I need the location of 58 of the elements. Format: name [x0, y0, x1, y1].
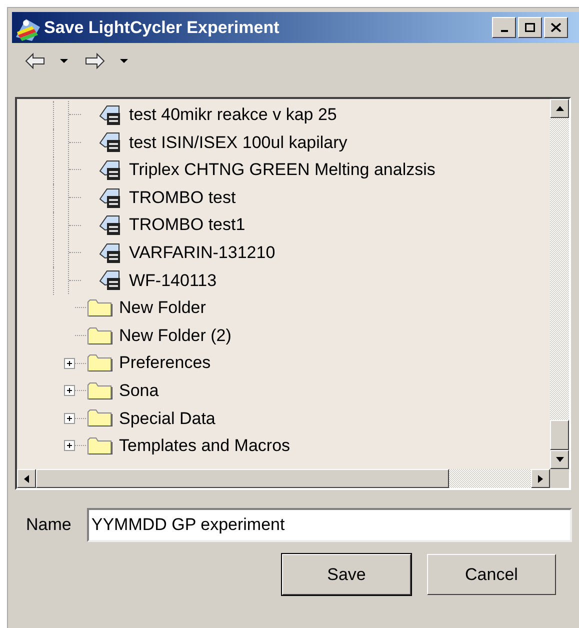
right-arrow-icon [538, 474, 543, 482]
maximize-icon [525, 23, 535, 32]
folder-icon [87, 298, 113, 318]
tree-item-label[interactable]: Special Data [119, 406, 216, 432]
scrollbar-corner [550, 469, 569, 488]
tree-item-label[interactable]: test ISIN/ISEX 100ul kapilary [129, 130, 348, 156]
tree-item-label[interactable]: VARFARIN-131210 [129, 240, 276, 266]
maximize-button[interactable] [518, 17, 542, 38]
tree-item-label[interactable]: TROMBO test1 [129, 212, 246, 238]
folder-icon [87, 353, 113, 374]
tree-item-label[interactable]: Templates and Macros [119, 433, 290, 459]
name-label: Name [26, 514, 72, 536]
scroll-left-button[interactable] [17, 469, 36, 488]
name-input-field[interactable]: YYMMDD GP experiment [87, 508, 572, 542]
scroll-thumb[interactable] [36, 469, 449, 488]
folder-icon [87, 408, 113, 428]
scroll-up-button[interactable] [550, 99, 569, 118]
horizontal-scrollbar[interactable] [17, 469, 550, 488]
experiment-file-icon [97, 186, 123, 209]
scroll-right-button[interactable] [531, 469, 550, 488]
back-arrow-icon[interactable] [24, 52, 46, 70]
experiment-file-icon [97, 242, 123, 264]
up-arrow-icon [556, 106, 564, 111]
forward-arrow-icon[interactable] [84, 52, 106, 70]
experiment-file-icon [97, 214, 123, 236]
close-icon [551, 23, 561, 32]
expand-icon[interactable] [64, 358, 75, 369]
scroll-down-button[interactable] [550, 450, 569, 469]
dialog-button[interactable]: Cancel [427, 554, 556, 595]
experiment-file-icon [97, 131, 123, 154]
minimize-icon [500, 30, 508, 32]
folder-icon [87, 436, 113, 456]
folder-icon [87, 380, 113, 401]
dropdown-caret-icon[interactable] [60, 58, 68, 64]
left-arrow-icon [24, 474, 29, 482]
expand-icon[interactable] [64, 412, 75, 424]
tree-item-label[interactable]: TROMBO test [129, 184, 236, 210]
tree-item-label[interactable]: Sona [119, 378, 159, 404]
experiment-file-icon [97, 158, 123, 181]
tree-item-label[interactable]: New Folder [119, 295, 206, 321]
folder-icon [87, 326, 113, 346]
expand-icon[interactable] [64, 385, 75, 396]
vertical-scrollbar[interactable] [550, 99, 569, 469]
scroll-thumb[interactable] [550, 420, 569, 450]
tree-item-label[interactable]: WF-140113 [129, 268, 217, 294]
tree-item-label[interactable]: Preferences [119, 350, 211, 376]
minimize-button[interactable] [492, 17, 516, 38]
close-button[interactable] [544, 17, 568, 38]
tree-item-label[interactable]: Triplex CHTNG GREEN Melting analzsis [129, 157, 436, 183]
window-title: Save LightCycler Experiment [44, 16, 280, 39]
down-arrow-icon [556, 457, 564, 462]
experiment-file-icon [97, 104, 123, 126]
experiment-file-icon [97, 269, 123, 292]
dialog-button[interactable]: Save [282, 554, 411, 595]
tree-item-label[interactable]: New Folder (2) [119, 322, 232, 348]
tree-item-label[interactable]: test 40mikr reakce v kap 25 [129, 102, 337, 128]
dropdown-caret-icon[interactable] [120, 58, 128, 64]
expand-icon[interactable] [64, 440, 75, 452]
